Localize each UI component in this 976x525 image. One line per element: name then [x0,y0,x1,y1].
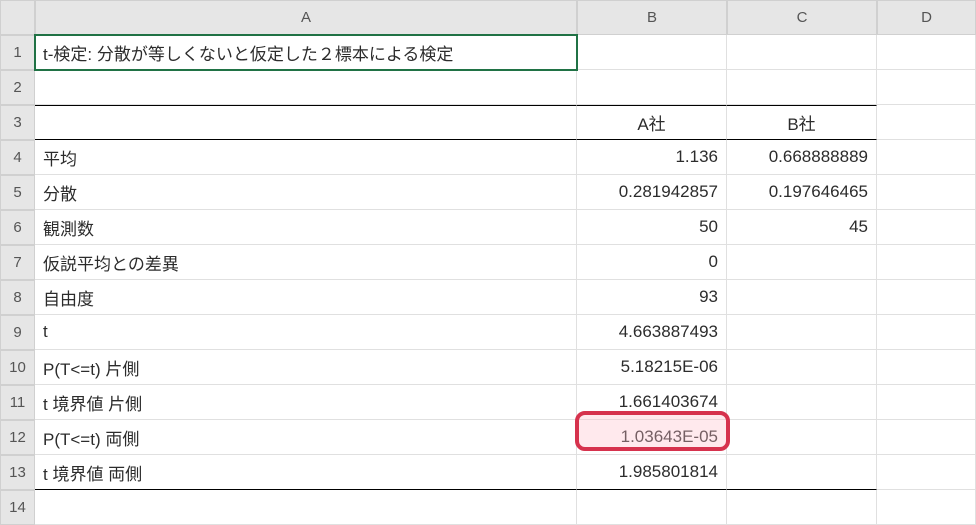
col-header-C[interactable]: C [727,0,877,35]
row-header-1[interactable]: 1 [0,35,35,70]
cell-A9[interactable]: t [35,315,577,350]
row-header-14[interactable]: 14 [0,490,35,525]
cell-A11[interactable]: t 境界値 片側 [35,385,577,420]
cell-C9[interactable] [727,315,877,350]
cell-D8[interactable] [877,280,976,315]
cell-C1[interactable] [727,35,877,70]
cell-B10[interactable]: 5.18215E-06 [577,350,727,385]
cell-B12[interactable]: 1.03643E-05 [577,420,727,455]
cell-A2[interactable] [35,70,577,105]
cell-C14[interactable] [727,490,877,525]
cell-B2[interactable] [577,70,727,105]
cell-A10[interactable]: P(T<=t) 片側 [35,350,577,385]
cell-A13[interactable]: t 境界値 両側 [35,455,577,490]
cell-A3[interactable] [35,105,577,140]
row-header-3[interactable]: 3 [0,105,35,140]
cell-C3[interactable]: B社 [727,105,877,140]
row-header-2[interactable]: 2 [0,70,35,105]
row-header-8[interactable]: 8 [0,280,35,315]
row-header-5[interactable]: 5 [0,175,35,210]
row-header-13[interactable]: 13 [0,455,35,490]
cell-C8[interactable] [727,280,877,315]
col-header-A[interactable]: A [35,0,577,35]
cell-D13[interactable] [877,455,976,490]
row-header-10[interactable]: 10 [0,350,35,385]
row-header-6[interactable]: 6 [0,210,35,245]
cell-C6[interactable]: 45 [727,210,877,245]
cell-A5[interactable]: 分散 [35,175,577,210]
cell-C7[interactable] [727,245,877,280]
cell-D6[interactable] [877,210,976,245]
col-header-B[interactable]: B [577,0,727,35]
cell-D14[interactable] [877,490,976,525]
cell-C12[interactable] [727,420,877,455]
cell-D3[interactable] [877,105,976,140]
cell-B7[interactable]: 0 [577,245,727,280]
cell-A6[interactable]: 観測数 [35,210,577,245]
row-header-4[interactable]: 4 [0,140,35,175]
cell-D11[interactable] [877,385,976,420]
cell-C4[interactable]: 0.668888889 [727,140,877,175]
cell-D9[interactable] [877,315,976,350]
cell-B8[interactable]: 93 [577,280,727,315]
cell-C5[interactable]: 0.197646465 [727,175,877,210]
cell-B1[interactable] [577,35,727,70]
cell-B4[interactable]: 1.136 [577,140,727,175]
row-header-12[interactable]: 12 [0,420,35,455]
cell-D4[interactable] [877,140,976,175]
row-header-7[interactable]: 7 [0,245,35,280]
cell-A8[interactable]: 自由度 [35,280,577,315]
cell-A1[interactable]: t-検定: 分散が等しくないと仮定した２標本による検定 [35,35,577,70]
cell-D1[interactable] [877,35,976,70]
cell-A14[interactable] [35,490,577,525]
cell-D10[interactable] [877,350,976,385]
cell-D7[interactable] [877,245,976,280]
row-header-9[interactable]: 9 [0,315,35,350]
cell-C13[interactable] [727,455,877,490]
cell-B11[interactable]: 1.661403674 [577,385,727,420]
cell-A4[interactable]: 平均 [35,140,577,175]
cell-D2[interactable] [877,70,976,105]
cell-A12[interactable]: P(T<=t) 両側 [35,420,577,455]
cell-C11[interactable] [727,385,877,420]
cell-B14[interactable] [577,490,727,525]
cell-A7[interactable]: 仮説平均との差異 [35,245,577,280]
cell-B5[interactable]: 0.281942857 [577,175,727,210]
cell-B6[interactable]: 50 [577,210,727,245]
cell-C10[interactable] [727,350,877,385]
cell-B3[interactable]: A社 [577,105,727,140]
cell-D5[interactable] [877,175,976,210]
spreadsheet-grid[interactable]: A B C D 1 t-検定: 分散が等しくないと仮定した２標本による検定 2 … [0,0,976,525]
corner-cell[interactable] [0,0,35,35]
cell-C2[interactable] [727,70,877,105]
col-header-D[interactable]: D [877,0,976,35]
cell-B13[interactable]: 1.985801814 [577,455,727,490]
cell-D12[interactable] [877,420,976,455]
cell-B9[interactable]: 4.663887493 [577,315,727,350]
row-header-11[interactable]: 11 [0,385,35,420]
